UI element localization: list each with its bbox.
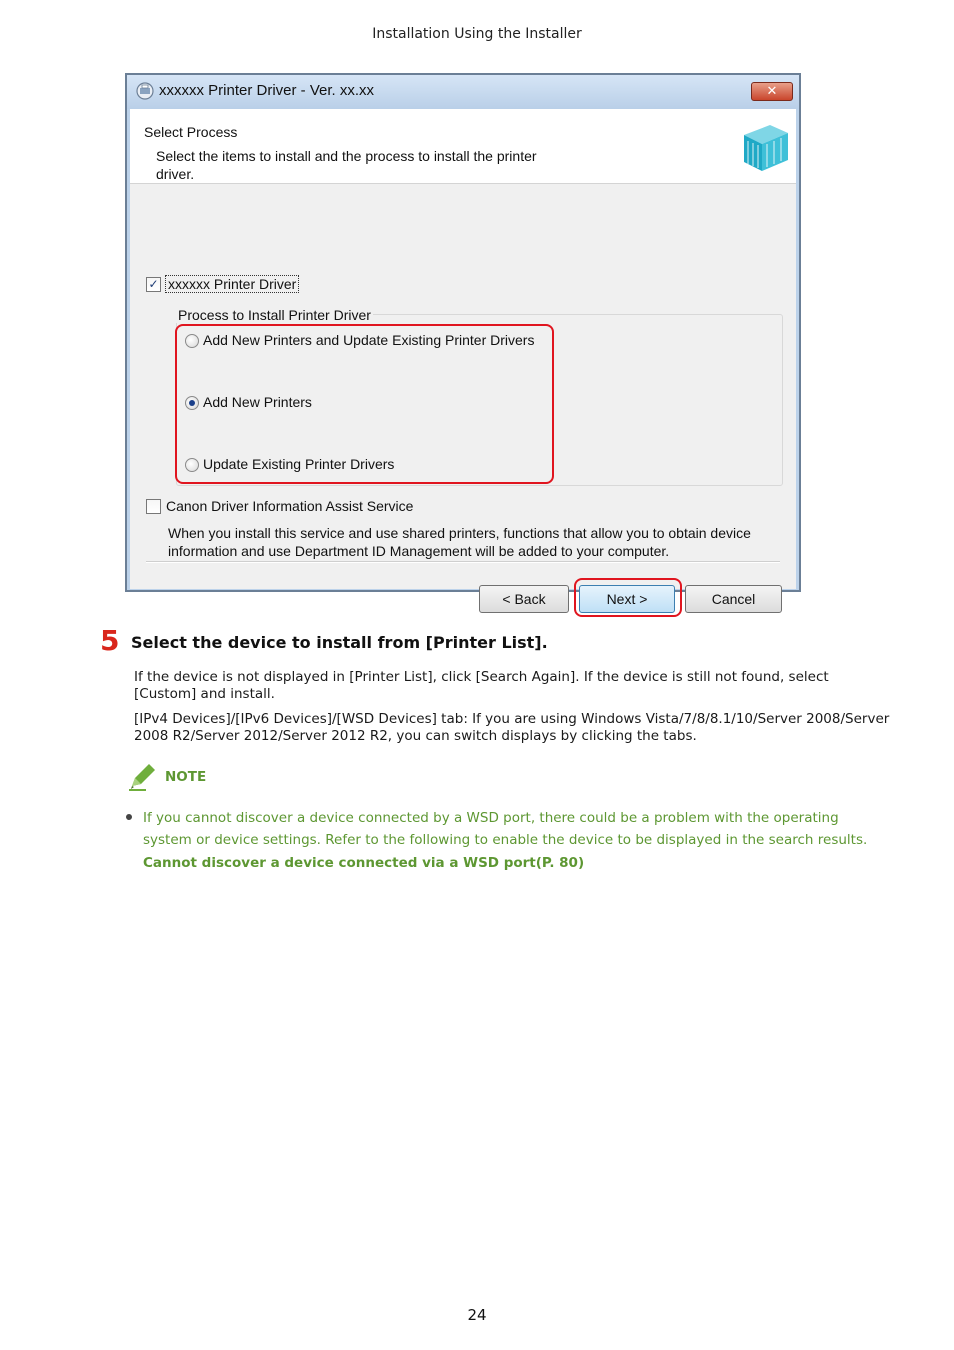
radio-highlight-box [175,324,554,484]
close-icon[interactable]: ✕ [751,82,793,101]
wizard-header-subtitle: Select the items to install and the proc… [156,148,537,182]
running-header: Installation Using the Installer [372,26,582,42]
bullet-icon [126,814,132,820]
canon-service-checkbox[interactable] [146,499,161,514]
driver-checkbox[interactable]: ✓ [146,277,161,292]
note-label: NOTE [165,769,207,785]
back-button[interactable]: < Back [479,585,569,613]
wsd-troubleshooting-link[interactable]: Cannot discover a device connected via a… [143,855,584,871]
printer-graphic-icon [744,125,788,171]
dialog-title: xxxxxx Printer Driver - Ver. xx.xx [159,82,375,99]
step-paragraph: If the device is not displayed in [Print… [134,669,829,702]
canon-service-checkbox-label[interactable]: Canon Driver Information Assist Service [166,498,413,514]
page-number: 24 [467,1306,487,1324]
dialog-client-area: Select Process Select the items to insta… [130,109,796,617]
canon-service-description: When you install this service and use sh… [168,525,751,559]
step-paragraph: [IPv4 Devices]/[IPv6 Devices]/[WSD Devic… [134,711,890,744]
step-number: 5 [100,624,120,657]
note-text: If you cannot discover a device connecte… [143,810,868,848]
wizard-header-title: Select Process [144,124,238,140]
wizard-header: Select Process Select the items to insta… [130,109,796,184]
pencil-icon [129,764,155,791]
step-title: Select the device to install from [Print… [131,633,548,652]
installer-app-icon [136,82,154,100]
dialog-titlebar: xxxxxx Printer Driver - Ver. xx.xx ✕ [127,75,799,109]
next-highlight-box [574,578,682,617]
installer-dialog-screenshot: xxxxxx Printer Driver - Ver. xx.xx ✕ Sel… [125,73,801,617]
driver-checkbox-label[interactable]: xxxxxx Printer Driver [165,275,300,293]
install-process-group-label: Process to Install Printer Driver [176,307,373,323]
cancel-button[interactable]: Cancel [685,585,782,613]
button-separator [146,561,780,563]
